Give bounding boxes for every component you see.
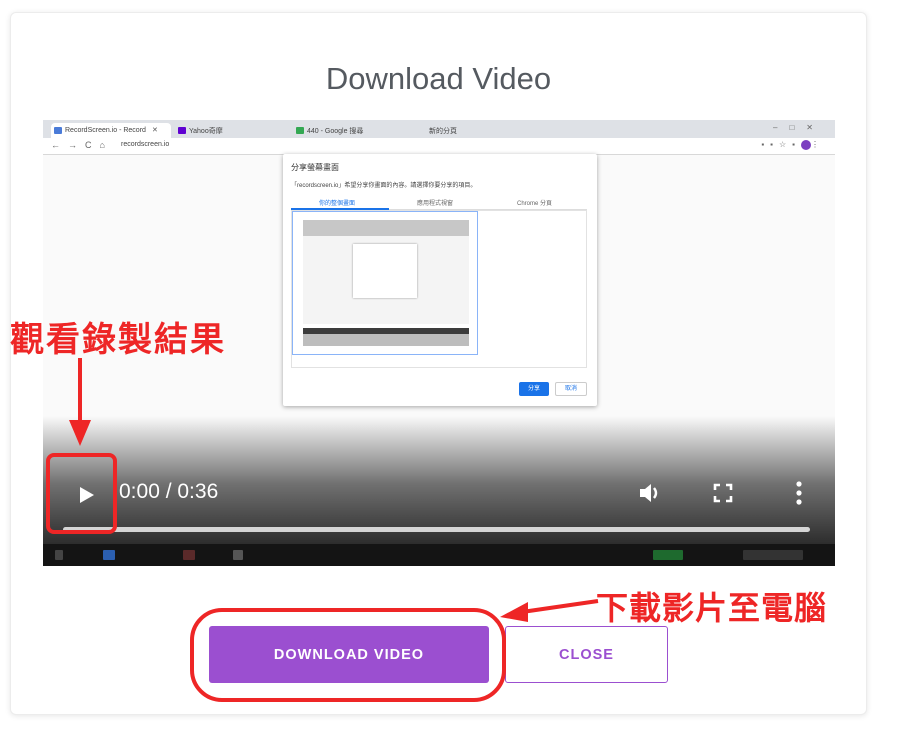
- recorded-tab: 440 - Google 搜尋: [293, 123, 408, 138]
- avatar: [801, 140, 811, 150]
- recorded-tab-label: Yahoo奇摩: [189, 128, 223, 135]
- share-dialog-cancel-button: 取消: [555, 382, 587, 396]
- recorded-taskbar: [43, 544, 835, 566]
- window-controls-icon: –□✕: [773, 123, 825, 132]
- time-display: 0:00 / 0:36: [119, 480, 219, 503]
- volume-icon[interactable]: [637, 480, 665, 506]
- screen-thumbnail: [292, 211, 478, 355]
- close-icon: ✕: [151, 127, 158, 134]
- share-dialog-panel: [291, 210, 587, 368]
- fullscreen-icon[interactable]: [712, 482, 734, 504]
- share-dialog-title: 分享螢幕畫面: [291, 163, 339, 172]
- recorded-tab: RecordScreen.io - Record ✕: [51, 123, 171, 138]
- share-dialog-description: 「recordscreen.io」希望分享你畫面的內容。請選擇你要分享的項目。: [291, 183, 477, 189]
- browser-nav-icon: ←→C⌂: [51, 140, 113, 150]
- annotation-download-to-pc: 下載影片至電腦: [596, 589, 828, 627]
- share-tab: Chrome 分頁: [517, 201, 553, 207]
- recorded-share-dialog: 分享螢幕畫面 「recordscreen.io」希望分享你畫面的內容。請選擇你要…: [283, 154, 597, 406]
- recorded-tab: 新的分頁: [415, 123, 525, 138]
- recorded-address-bar: ←→C⌂ recordscreen.io ▪▪☆▪ ⋮: [43, 138, 835, 155]
- maps-favicon-icon: [296, 127, 304, 134]
- recorded-tab-label: 新的分頁: [429, 128, 457, 135]
- annotation-watch-result: 觀看錄製結果: [10, 320, 226, 360]
- progress-bar[interactable]: [63, 527, 810, 532]
- dialog-title: Download Video: [325, 61, 552, 96]
- share-dialog-tabs: 你的整個畫面 應用程式視窗 Chrome 分頁: [291, 196, 587, 210]
- recordscreen-favicon-icon: [54, 127, 62, 134]
- play-icon[interactable]: [73, 482, 99, 508]
- yahoo-favicon-icon: [178, 127, 186, 134]
- download-video-button[interactable]: DOWNLOAD VIDEO: [209, 626, 489, 683]
- recorded-browser-tabbar: RecordScreen.io - Record ✕ Yahoo奇摩 440 - …: [43, 120, 835, 138]
- share-tab: 應用程式視窗: [417, 201, 454, 207]
- recorded-tab-label: RecordScreen.io - Record: [65, 127, 146, 134]
- recorded-url: recordscreen.io: [121, 141, 170, 148]
- browser-toolbar-icons: ▪▪☆▪ ⋮: [761, 140, 825, 150]
- stage: Download Video RecordScreen.io - Record ✕…: [0, 0, 907, 749]
- more-options-icon[interactable]: [788, 478, 810, 508]
- recorded-tab-label: 440 - Google 搜尋: [307, 128, 364, 135]
- close-button[interactable]: CLOSE: [505, 626, 668, 683]
- share-dialog-share-button: 分享: [519, 382, 549, 396]
- recorded-tab: Yahoo奇摩: [175, 123, 285, 138]
- share-tab: 你的整個畫面: [319, 201, 356, 207]
